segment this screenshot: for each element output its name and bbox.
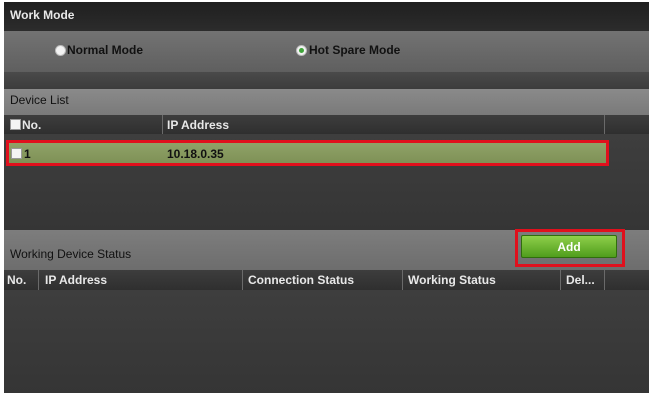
column-divider	[560, 270, 561, 290]
device-list-column-header	[4, 115, 649, 134]
row-annotation-box	[6, 140, 609, 166]
column-divider	[604, 115, 605, 134]
working-status-title: Working Device Status	[10, 247, 132, 261]
column-divider	[242, 270, 243, 290]
section-divider	[4, 72, 649, 89]
hot-spare-mode-radio[interactable]	[296, 45, 307, 56]
normal-mode-radio[interactable]	[55, 45, 66, 56]
column-no: No.	[7, 273, 27, 287]
normal-mode-label: Normal Mode	[67, 43, 144, 57]
device-list-title: Device List	[10, 93, 69, 107]
column-divider	[402, 270, 403, 290]
working-status-body	[4, 290, 649, 393]
work-mode-title: Work Mode	[10, 8, 75, 22]
column-delete: Del...	[566, 273, 595, 287]
work-mode-title-bar	[4, 2, 649, 31]
select-all-checkbox[interactable]	[10, 119, 21, 130]
hot-spare-mode-label: Hot Spare Mode	[309, 43, 401, 57]
column-ip-address: IP Address	[167, 118, 230, 132]
column-working-status: Working Status	[408, 273, 496, 287]
column-divider	[604, 270, 605, 290]
column-ip-address: IP Address	[45, 273, 108, 287]
work-mode-panel: { "work_mode": { "title": "Work Mode", "…	[0, 0, 649, 393]
device-list-header	[4, 89, 649, 115]
column-divider	[162, 115, 163, 134]
column-divider	[38, 270, 39, 290]
add-annotation-box	[515, 229, 625, 267]
column-connection-status: Connection Status	[248, 273, 355, 287]
column-no: No.	[22, 118, 42, 132]
